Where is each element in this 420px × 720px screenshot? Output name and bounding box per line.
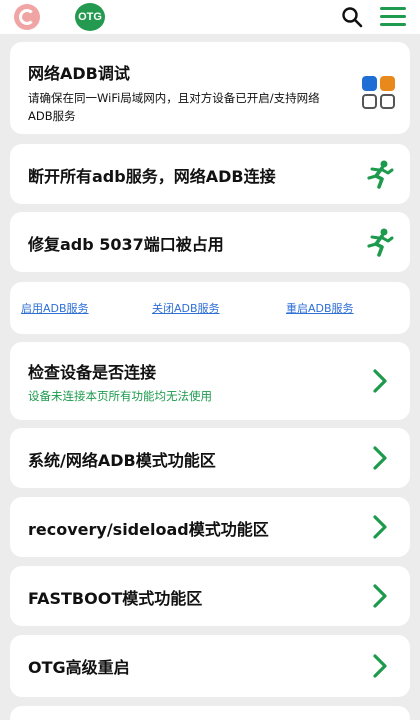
disconnect-adb-card[interactable]: 断开所有adb服务，网络ADB连接 (10, 144, 410, 204)
chevron-right-icon (373, 654, 387, 678)
menu-item-recovery-sideload[interactable]: recovery/sideload模式功能区 (10, 497, 410, 557)
check-device-title: 检查设备是否连接 (28, 363, 157, 382)
disconnect-adb-title: 断开所有adb服务，网络ADB连接 (28, 167, 276, 186)
menu-item-label: 系统/网络ADB模式功能区 (28, 451, 216, 470)
start-adb-service-link[interactable]: 启用ADB服务 (21, 300, 89, 316)
app-logo-icon[interactable] (14, 4, 40, 30)
menu-item-system-adb[interactable]: 系统/网络ADB模式功能区 (10, 428, 410, 488)
network-adb-description: 请确保在同一WiFi局域网内，且对方设备已开启/支持网络 ADB服务 (28, 89, 320, 125)
network-adb-desc-line1: 请确保在同一WiFi局域网内，且对方设备已开启/支持网络 (28, 91, 320, 105)
menu-item-label: recovery/sideload模式功能区 (28, 520, 269, 539)
menu-item-label: OTG高级重启 (28, 658, 130, 677)
otg-badge[interactable]: OTG (75, 3, 105, 31)
menu-icon[interactable] (380, 7, 406, 27)
app-grid-icon[interactable] (362, 76, 396, 110)
device-status-text: 设备未连接本页所有功能均无法使用 (28, 389, 212, 403)
menu-item-label: FASTBOOT模式功能区 (28, 589, 203, 608)
network-adb-title: 网络ADB调试 (28, 64, 130, 83)
chevron-right-icon (373, 369, 387, 393)
restart-adb-service-link[interactable]: 重启ADB服务 (286, 300, 354, 316)
network-adb-desc-line2: ADB服务 (28, 109, 76, 123)
running-person-icon (367, 160, 394, 189)
adb-service-links-card: 启用ADB服务 关闭ADB服务 重启ADB服务 (10, 282, 410, 334)
network-adb-card[interactable]: 网络ADB调试 请确保在同一WiFi局域网内，且对方设备已开启/支持网络 ADB… (10, 42, 410, 134)
chevron-right-icon (373, 515, 387, 539)
chevron-right-icon (373, 446, 387, 470)
running-person-icon (367, 228, 394, 257)
chevron-right-icon (373, 584, 387, 608)
repair-port-card[interactable]: 修复adb 5037端口被占用 (10, 212, 410, 272)
top-app-bar: OTG (0, 0, 420, 34)
check-device-card[interactable]: 检查设备是否连接 设备未连接本页所有功能均无法使用 (10, 342, 410, 420)
menu-item-partial[interactable] (10, 706, 410, 720)
stop-adb-service-link[interactable]: 关闭ADB服务 (152, 300, 220, 316)
menu-item-fastboot[interactable]: FASTBOOT模式功能区 (10, 566, 410, 626)
menu-item-otg-reboot[interactable]: OTG高级重启 (10, 635, 410, 697)
repair-port-title: 修复adb 5037端口被占用 (28, 235, 224, 254)
search-icon[interactable] (340, 5, 364, 29)
